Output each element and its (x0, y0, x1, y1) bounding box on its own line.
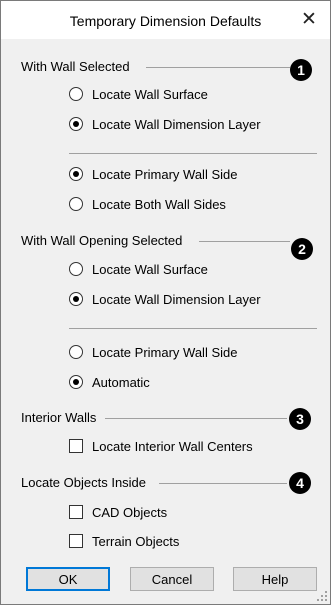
radio-indicator-selected[interactable] (69, 117, 83, 131)
radio-indicator[interactable] (69, 262, 83, 276)
callout-badge-3: 3 (289, 408, 311, 430)
radio-wall-locate-both-sides[interactable]: Locate Both Wall Sides (69, 195, 226, 213)
radio-label: Locate Wall Surface (92, 86, 208, 102)
radio-opening-locate-dimension-layer[interactable]: Locate Wall Dimension Layer (69, 290, 261, 308)
title-bar: Temporary Dimension Defaults ✕ (1, 1, 330, 39)
radio-label: Automatic (92, 374, 150, 390)
group-separator (146, 67, 290, 68)
radio-label: Locate Primary Wall Side (92, 344, 238, 360)
group-title-interior-walls: Interior Walls (21, 410, 97, 425)
radio-label: Locate Wall Dimension Layer (92, 291, 261, 307)
group-title-wall-opening-selected: With Wall Opening Selected (21, 233, 183, 248)
group-separator (159, 483, 287, 484)
radio-label: Locate Wall Dimension Layer (92, 116, 261, 132)
radio-label: Locate Both Wall Sides (92, 196, 226, 212)
checkbox-indicator[interactable] (69, 439, 83, 453)
temporary-dimension-defaults-dialog: Temporary Dimension Defaults ✕ With Wall… (0, 0, 331, 605)
callout-badge-2: 2 (291, 238, 313, 260)
radio-indicator[interactable] (69, 87, 83, 101)
callout-badge-1: 1 (290, 59, 312, 81)
radio-indicator[interactable] (69, 345, 83, 359)
divider (69, 153, 317, 154)
radio-label: Locate Wall Surface (92, 261, 208, 277)
radio-indicator[interactable] (69, 197, 83, 211)
radio-indicator-selected[interactable] (69, 375, 83, 389)
cancel-button[interactable]: Cancel (130, 567, 214, 591)
group-title-locate-objects-inside: Locate Objects Inside (21, 475, 147, 490)
close-icon[interactable]: ✕ (298, 9, 320, 31)
group-title-wall-selected: With Wall Selected (21, 59, 130, 74)
ok-button[interactable]: OK (26, 567, 110, 591)
radio-opening-locate-surface[interactable]: Locate Wall Surface (69, 260, 208, 278)
checkbox-cad-objects[interactable]: CAD Objects (69, 503, 167, 521)
divider (69, 328, 317, 329)
radio-wall-locate-dimension-layer[interactable]: Locate Wall Dimension Layer (69, 115, 261, 133)
radio-opening-locate-primary-side[interactable]: Locate Primary Wall Side (69, 343, 237, 361)
checkbox-terrain-objects[interactable]: Terrain Objects (69, 532, 179, 550)
radio-opening-automatic[interactable]: Automatic (69, 373, 150, 391)
checkbox-indicator[interactable] (69, 534, 83, 548)
callout-badge-4: 4 (289, 472, 311, 494)
checkbox-label: CAD Objects (92, 504, 168, 520)
checkbox-label: Terrain Objects (92, 533, 180, 549)
group-separator (199, 241, 290, 242)
dialog-title: Temporary Dimension Defaults (69, 13, 262, 29)
radio-wall-locate-primary-side[interactable]: Locate Primary Wall Side (69, 165, 237, 183)
radio-indicator-selected[interactable] (69, 292, 83, 306)
radio-label: Locate Primary Wall Side (92, 166, 238, 182)
help-button[interactable]: Help (233, 567, 317, 591)
checkbox-label: Locate Interior Wall Centers (92, 438, 253, 454)
group-separator (105, 418, 287, 419)
checkbox-locate-interior-wall-centers[interactable]: Locate Interior Wall Centers (69, 437, 253, 455)
resize-grip-icon[interactable] (317, 591, 327, 601)
checkbox-indicator[interactable] (69, 505, 83, 519)
radio-indicator-selected[interactable] (69, 167, 83, 181)
radio-wall-locate-surface[interactable]: Locate Wall Surface (69, 85, 208, 103)
